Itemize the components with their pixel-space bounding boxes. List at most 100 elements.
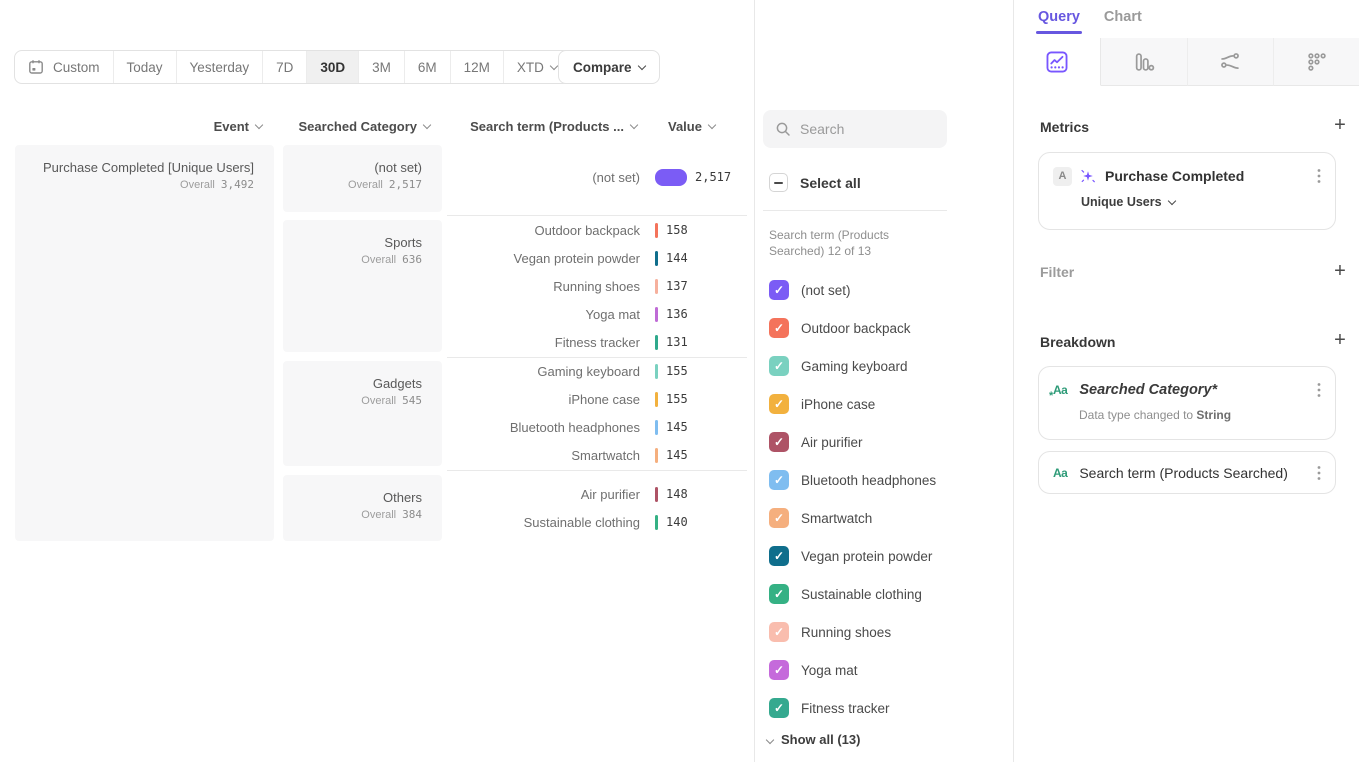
checkbox[interactable]: ✓: [769, 508, 789, 528]
compare-button[interactable]: Compare: [558, 50, 660, 84]
breakdown-card[interactable]: Aa* Searched Category* Data type changed…: [1038, 366, 1336, 440]
legend-item[interactable]: ✓Smartwatch: [769, 506, 872, 530]
report-tab-insights[interactable]: [1014, 38, 1101, 86]
term-row[interactable]: Vegan protein powder144: [447, 248, 747, 268]
chevron-down-icon: [708, 120, 716, 128]
column-header-value[interactable]: Value: [668, 117, 738, 135]
event-name: Purchase Completed [Unique Users]: [25, 159, 254, 176]
column-header-event[interactable]: Event: [15, 117, 262, 135]
kebab-menu-icon[interactable]: [1315, 380, 1323, 400]
term-label: iPhone case: [447, 392, 640, 407]
term-value: 144: [666, 251, 688, 265]
date-range-custom[interactable]: Custom: [15, 51, 114, 83]
term-value: 148: [666, 487, 688, 501]
category-block-sports[interactable]: Sports Overall636: [283, 220, 442, 352]
select-all-row[interactable]: Select all: [769, 173, 861, 192]
legend-item[interactable]: ✓Fitness tracker: [769, 696, 890, 720]
checkbox[interactable]: ✓: [769, 698, 789, 718]
checkbox[interactable]: ✓: [769, 356, 789, 376]
term-row[interactable]: Bluetooth headphones145: [447, 417, 747, 437]
checkbox[interactable]: ✓: [769, 432, 789, 452]
group-divider: [447, 357, 747, 358]
legend-item[interactable]: ✓iPhone case: [769, 392, 875, 416]
chevron-down-icon: [423, 120, 431, 128]
checkbox[interactable]: ✓: [769, 546, 789, 566]
legend-item[interactable]: ✓Gaming keyboard: [769, 354, 908, 378]
date-range-6m[interactable]: 6M: [405, 51, 451, 83]
retention-icon: [1306, 51, 1328, 73]
report-tab-funnels[interactable]: [1101, 38, 1188, 86]
term-value: 145: [666, 448, 688, 462]
legend-item[interactable]: ✓Yoga mat: [769, 658, 858, 682]
date-range-today[interactable]: Today: [114, 51, 177, 83]
category-block-others[interactable]: Others Overall384: [283, 475, 442, 541]
measure-dropdown[interactable]: Unique Users: [1081, 195, 1335, 209]
panel-tabs: Query Chart: [1038, 9, 1142, 34]
event-block[interactable]: Purchase Completed [Unique Users] Overal…: [15, 145, 274, 541]
insights-app: Custom Today Yesterday 7D 30D 3M 6M 12M …: [0, 0, 1359, 762]
term-label: Yoga mat: [447, 307, 640, 322]
metric-card[interactable]: A Purchase Completed Unique Users: [1038, 152, 1336, 230]
term-value: 137: [666, 279, 688, 293]
date-range-30d-selected[interactable]: 30D: [307, 51, 359, 83]
term-row[interactable]: Running shoes137: [447, 276, 747, 296]
funnels-icon: [1133, 51, 1155, 73]
term-row[interactable]: (not set)2,517: [447, 167, 747, 187]
breakdown-card[interactable]: Aa Search term (Products Searched): [1038, 451, 1336, 494]
checkbox[interactable]: ✓: [769, 470, 789, 490]
date-range-7d[interactable]: 7D: [263, 51, 307, 83]
checkbox[interactable]: ✓: [769, 622, 789, 642]
date-range-label: Custom: [53, 60, 100, 75]
term-label: Sustainable clothing: [447, 515, 640, 530]
date-range-3m[interactable]: 3M: [359, 51, 405, 83]
legend-item[interactable]: ✓(not set): [769, 278, 851, 302]
term-row[interactable]: iPhone case155: [447, 389, 747, 409]
category-block-gadgets[interactable]: Gadgets Overall545: [283, 361, 442, 466]
term-row[interactable]: Outdoor backpack 158: [447, 220, 747, 240]
search-icon: [775, 121, 791, 137]
term-row[interactable]: Gaming keyboard155: [447, 361, 747, 381]
date-range-toolbar: Custom Today Yesterday 7D 30D 3M 6M 12M …: [14, 50, 571, 84]
date-range-yesterday[interactable]: Yesterday: [177, 51, 264, 83]
term-label: Outdoor backpack: [447, 223, 640, 238]
tab-query[interactable]: Query: [1038, 9, 1080, 34]
search-input[interactable]: [800, 121, 930, 137]
select-all-label: Select all: [800, 175, 861, 191]
date-range-12m[interactable]: 12M: [451, 51, 504, 83]
checkbox[interactable]: ✓: [769, 584, 789, 604]
event-spark-icon: [1080, 168, 1096, 184]
search-box[interactable]: [763, 110, 947, 148]
tab-chart[interactable]: Chart: [1104, 9, 1142, 34]
add-filter-button[interactable]: +: [1330, 262, 1350, 282]
column-header-category[interactable]: Searched Category: [283, 117, 430, 135]
checkbox[interactable]: ✓: [769, 280, 789, 300]
show-all-link[interactable]: Show all (13): [767, 732, 860, 747]
category-block-not-set[interactable]: (not set) Overall2,517: [283, 145, 442, 212]
term-row[interactable]: Smartwatch145: [447, 445, 747, 465]
add-metric-button[interactable]: +: [1330, 116, 1350, 136]
checkbox[interactable]: ✓: [769, 394, 789, 414]
select-all-checkbox[interactable]: [769, 173, 788, 192]
legend-item[interactable]: ✓Vegan protein powder: [769, 544, 932, 568]
term-row[interactable]: Yoga mat136: [447, 304, 747, 324]
term-row[interactable]: Fitness tracker131: [447, 332, 747, 352]
chevron-down-icon: [550, 61, 558, 69]
report-tab-retention[interactable]: [1274, 38, 1359, 86]
term-value: 158: [666, 223, 688, 237]
checkbox[interactable]: ✓: [769, 318, 789, 338]
legend-item[interactable]: ✓Outdoor backpack: [769, 316, 911, 340]
term-row[interactable]: Sustainable clothing140: [447, 512, 747, 532]
checkbox[interactable]: ✓: [769, 660, 789, 680]
column-header-term[interactable]: Search term (Products ...: [447, 117, 637, 135]
kebab-menu-icon[interactable]: [1315, 166, 1323, 186]
legend-item[interactable]: ✓Running shoes: [769, 620, 891, 644]
term-value: 2,517: [695, 170, 731, 184]
chevron-down-icon: [630, 120, 638, 128]
add-breakdown-button[interactable]: +: [1330, 331, 1350, 351]
legend-item[interactable]: ✓Bluetooth headphones: [769, 468, 936, 492]
term-row[interactable]: Air purifier148: [447, 484, 747, 504]
kebab-menu-icon[interactable]: [1315, 463, 1323, 483]
legend-item[interactable]: ✓Air purifier: [769, 430, 863, 454]
legend-item[interactable]: ✓Sustainable clothing: [769, 582, 922, 606]
report-tab-flows[interactable]: [1188, 38, 1275, 86]
